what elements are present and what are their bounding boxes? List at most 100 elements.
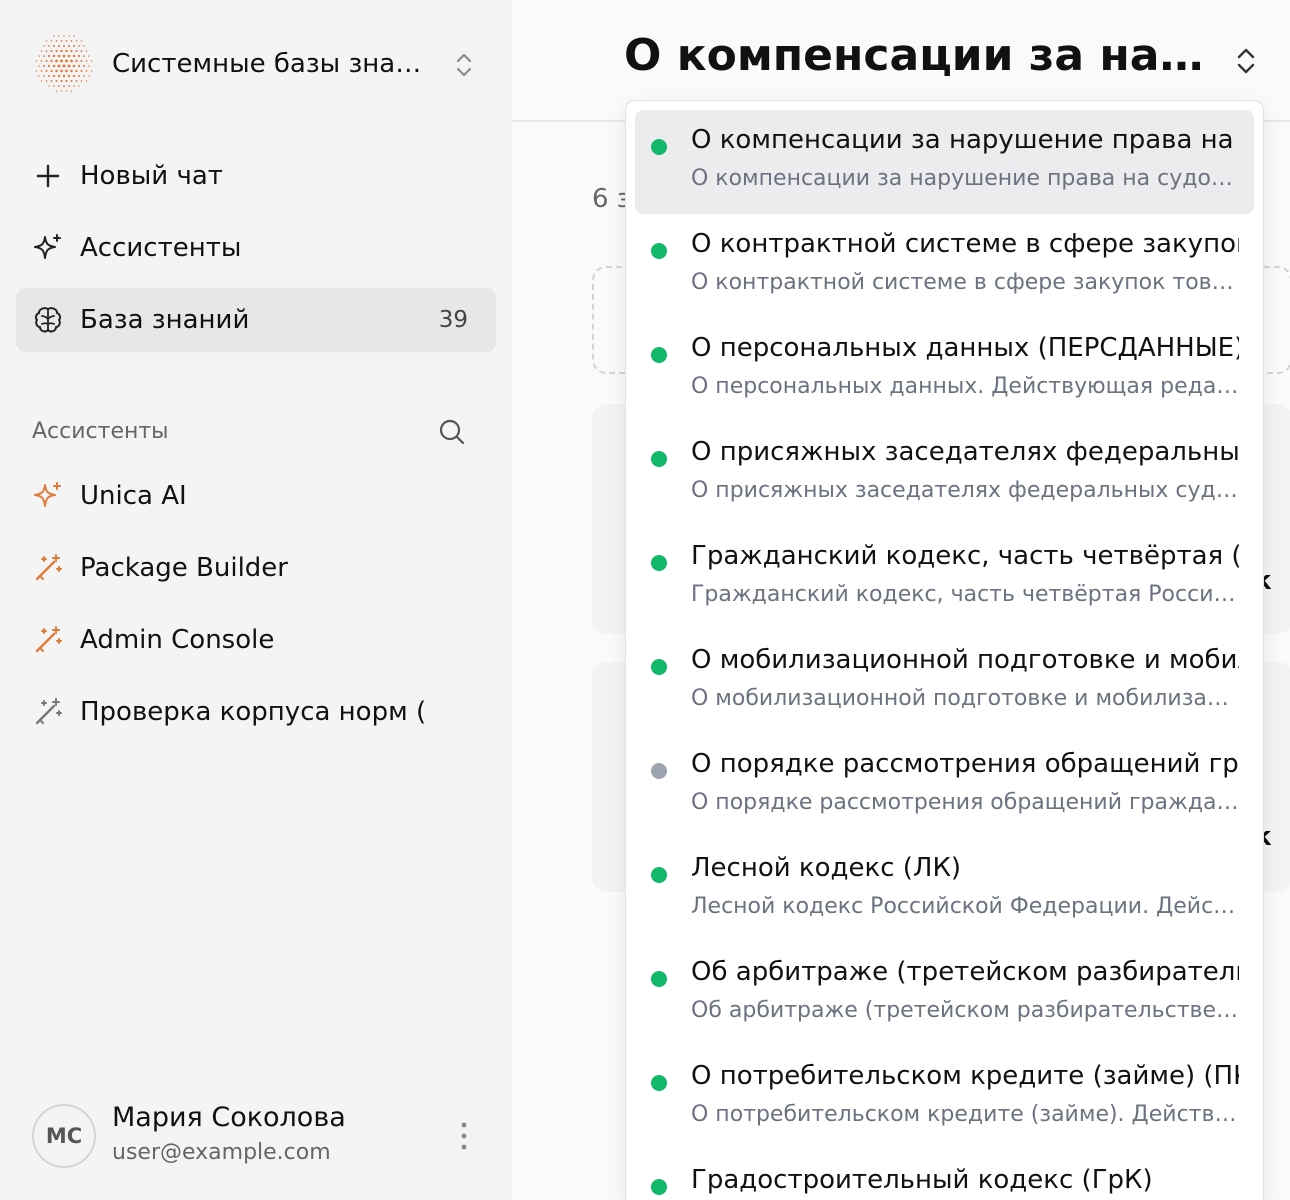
logo-dot [55,49,58,53]
document-option[interactable]: О мобилизационной подготовке и мобилизац… [635,630,1254,734]
logo-dot [43,55,45,57]
document-option[interactable]: Лесной кодекс (ЛК) Лесной кодекс Российск… [635,838,1254,942]
workspace-logo-icon [35,35,93,92]
document-option-title: О контрактной системе в сфере закупок [691,229,1239,259]
document-option[interactable]: О присяжных заседателях федеральных судо… [635,422,1254,526]
logo-dot [88,55,90,57]
document-option-subtitle: О компенсации за нарушение права на судо… [691,166,1239,191]
document-option[interactable]: Градостроительный кодекс (ГрК)Градострои… [635,1150,1254,1200]
document-option[interactable]: О порядке рассмотрения обращений граждан… [635,734,1254,838]
assistant-item-package-builder[interactable]: Package Builder [16,538,496,598]
document-option-title: О мобилизационной подготовке и мобилизац… [691,645,1239,675]
logo-dot [43,75,45,77]
logo-dot [70,90,73,92]
logo-dot [62,44,66,48]
user-name: Мария Соколова [112,1102,346,1133]
logo-dot [45,80,48,82]
logo-dot [83,55,85,57]
logo-dot [35,70,38,72]
logo-dot [65,79,68,83]
status-dot-icon [651,139,667,155]
logo-dot [58,35,60,37]
new-chat-button[interactable]: Новый чат [16,144,496,208]
logo-dot [88,75,90,77]
logo-dot [85,70,88,72]
brain-icon [34,307,62,333]
assistant-item-norm-check[interactable]: Проверка корпуса норм ( [16,682,496,742]
logo-dot [45,40,48,42]
logo-dot [63,85,65,87]
document-option[interactable]: О персональных данных (ПЕРСДАННЫЕ) О перс… [635,318,1254,422]
logo-dot [55,90,58,92]
assistants-section-title: Ассистенты [32,419,169,444]
search-icon[interactable] [438,418,466,446]
logo-dot [57,54,61,58]
logo-dot [63,35,65,37]
document-option-subtitle: О контрактной системе в сфере закупок то… [691,270,1239,295]
logo-dot [40,50,43,52]
assistant-label: Admin Console [80,625,275,655]
document-option[interactable]: Об арбитраже (третейском разбирательстве… [635,942,1254,1046]
logo-dot [70,59,73,63]
logo-dot [40,70,43,72]
document-option-subtitle: О порядке рассмотрения обращений граждан… [691,790,1239,815]
more-vertical-icon[interactable] [456,1120,472,1152]
status-dot-icon [651,867,667,883]
page-title[interactable]: О компенсации за нарушение права на судо… [624,30,1214,81]
logo-dot [80,80,83,82]
nav-assistants[interactable]: Ассистенты [16,216,496,280]
document-option-title: Об арбитраже (третейском разбирательстве… [691,957,1239,987]
logo-dot [85,60,88,62]
logo-dot [78,85,80,87]
logo-dot [62,74,66,78]
document-option[interactable]: О контрактной системе в сфере закупок О к… [635,214,1254,318]
logo-dot [65,90,68,92]
logo-dot [38,65,40,67]
logo-dot [43,45,45,47]
new-chat-label: Новый чат [80,161,223,191]
document-option[interactable]: Гражданский кодекс, часть четвёртая (ГК-… [635,526,1254,630]
logo-dot [52,64,56,68]
assistants-section-header: Ассистенты [32,412,472,452]
document-option[interactable]: О потребительском кредите (займе) (ПК) О … [635,1046,1254,1150]
logo-dot [77,54,81,58]
sparkles-icon [34,234,61,259]
logo-dot [83,45,85,47]
logo-dot [55,69,58,73]
logo-dot [45,50,48,52]
document-option-title: О персональных данных (ПЕРСДАННЫЕ) [691,333,1239,363]
document-option[interactable]: О компенсации за нарушение права на судо… [635,110,1254,214]
nav-assistants-label: Ассистенты [80,233,242,263]
logo-dot [58,85,60,87]
document-option-title: Лесной кодекс (ЛК) [691,853,962,883]
chevron-up-down-icon[interactable] [454,50,474,80]
nav-knowledge-base[interactable]: База знаний 39 [16,288,496,352]
document-option-title: О потребительском кредите (займе) (ПК) [691,1061,1239,1091]
sidebar: Системные базы знаний Новый чат Ассистен… [0,0,512,1200]
logo-dot [72,74,76,78]
logo-dot [60,69,63,73]
logo-dot [47,64,51,68]
chevron-up-down-icon[interactable] [1234,44,1258,78]
logo-dot [40,60,43,62]
logo-dot [70,69,73,73]
user-profile[interactable]: МС Мария Соколова user@example.com [32,1098,482,1178]
logo-dot [38,55,40,57]
logo-dot [45,69,48,73]
logo-dot [70,79,73,83]
assistant-item-unica-ai[interactable]: Unica AI [16,466,496,526]
magic-wand-icon [35,554,62,581]
logo-dot [85,80,88,82]
assistant-item-admin-console[interactable]: Admin Console [16,610,496,670]
user-email: user@example.com [112,1140,331,1165]
logo-dot [85,50,88,52]
status-dot-icon [651,451,667,467]
logo-dot [60,40,63,42]
logo-dot [60,49,63,53]
logo-dot [75,40,78,42]
magic-wand-icon [35,698,62,725]
workspace-switcher[interactable]: Системные базы знаний [30,32,480,96]
logo-dot [65,40,68,42]
logo-dot [47,74,51,78]
logo-dot [65,59,68,63]
